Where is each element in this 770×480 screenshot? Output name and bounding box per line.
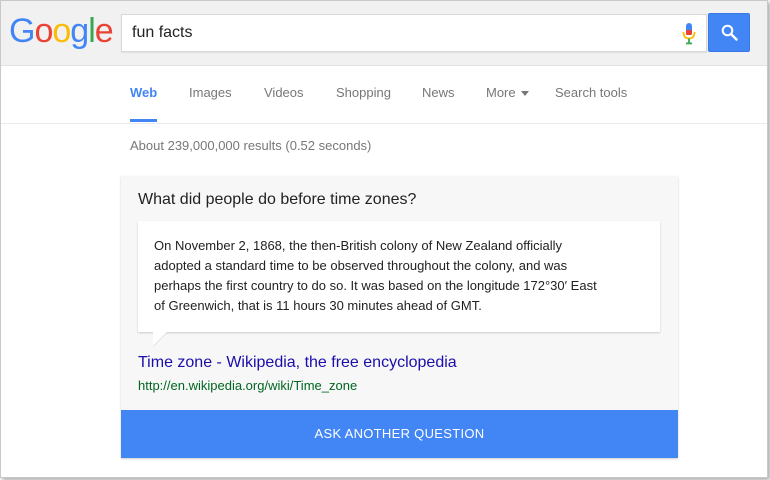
logo-letter: o (52, 12, 71, 50)
answer-line: of Greenwich, that is 11 hours 30 minute… (154, 298, 482, 313)
answer-snippet: On November 2, 1868, the then-British co… (138, 221, 660, 332)
browser-page: Google fun facts Web Images Videos Shopp… (0, 0, 768, 478)
answer-card: What did people do before time zones? On… (121, 176, 678, 458)
tab-more-label: More (486, 85, 516, 100)
source-url: http://en.wikipedia.org/wiki/Time_zone (138, 378, 358, 393)
answer-line: adopted a standard time to be observed t… (154, 258, 568, 273)
microphone-icon[interactable] (682, 23, 696, 45)
answer-line: perhaps the first country to do so. It w… (154, 278, 597, 293)
answer-line: On November 2, 1868, the then-British co… (154, 238, 563, 253)
logo-letter: e (94, 12, 114, 50)
tab-web[interactable]: Web (130, 85, 158, 122)
google-logo[interactable]: Google (9, 12, 114, 50)
search-tabs: Web Images Videos Shopping News More Sea… (1, 66, 767, 124)
search-header: Google fun facts (1, 1, 767, 66)
result-stats: About 239,000,000 results (0.52 seconds) (130, 138, 372, 153)
search-input[interactable]: fun facts (121, 14, 707, 52)
logo-letter: g (70, 12, 89, 50)
caret-down-icon (520, 91, 529, 97)
answer-question: What did people do before time zones? (138, 191, 417, 208)
ask-another-question-button[interactable]: ASK ANOTHER QUESTION (121, 410, 678, 458)
search-icon (721, 24, 738, 41)
tab-more[interactable]: More (486, 85, 529, 122)
logo-letter: o (34, 12, 53, 50)
tab-news[interactable]: News (422, 85, 455, 122)
tab-shopping[interactable]: Shopping (336, 85, 391, 122)
logo-letter: G (9, 12, 35, 50)
tab-videos[interactable]: Videos (264, 85, 304, 122)
tab-images[interactable]: Images (189, 85, 232, 122)
source-link[interactable]: Time zone - Wikipedia, the free encyclop… (138, 354, 457, 372)
tab-search-tools[interactable]: Search tools (555, 85, 627, 122)
search-button[interactable] (708, 13, 750, 52)
search-query-text: fun facts (132, 24, 193, 41)
speech-bubble-tail (153, 332, 167, 346)
